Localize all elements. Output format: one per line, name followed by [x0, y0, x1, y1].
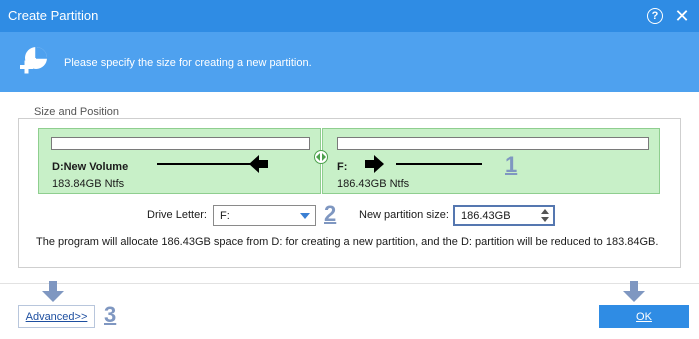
partition-size-value: 186.43GB	[461, 210, 511, 222]
drive-letter-select[interactable]: F:	[213, 205, 316, 226]
spin-down-icon[interactable]	[541, 217, 549, 222]
window-title: Create Partition	[8, 8, 99, 23]
left-partition-info: 183.84GB Ntfs	[52, 178, 125, 190]
close-icon[interactable]: ✕	[672, 6, 692, 26]
callout-1: 1	[505, 152, 518, 177]
left-partition-block[interactable]: D:New Volume 183.84GB Ntfs	[38, 128, 321, 194]
help-icon[interactable]: ?	[645, 6, 665, 26]
title-bar: Create Partition ? ✕	[0, 0, 699, 32]
spin-up-icon[interactable]	[541, 209, 549, 214]
left-partition-name: D:New Volume	[52, 161, 129, 173]
banner-text: Please specify the size for creating a n…	[64, 57, 312, 69]
callout-3: 3	[104, 302, 117, 327]
partition-size-spinbox[interactable]: 186.43GB	[453, 205, 555, 226]
footer-divider	[0, 283, 699, 284]
right-partition-bar	[337, 137, 649, 150]
right-partition-name: F:	[337, 161, 348, 173]
arrow-right-icon	[365, 155, 384, 173]
arrow-down-icon	[42, 281, 64, 302]
right-partition-block[interactable]: F: 186.43GB Ntfs	[322, 128, 660, 194]
help-glyph: ?	[647, 8, 663, 24]
drive-letter-label: Drive Letter:	[147, 209, 207, 221]
chevron-down-icon	[300, 213, 310, 219]
new-size-label: New partition size:	[359, 209, 449, 221]
ok-button[interactable]: OK	[599, 305, 689, 328]
left-partition-bar	[51, 137, 310, 150]
allocation-info-text: The program will allocate 186.43GB space…	[36, 236, 659, 248]
right-partition-info: 186.43GB Ntfs	[337, 178, 410, 190]
partition-add-icon	[20, 47, 47, 74]
resize-arrows-icon	[316, 153, 326, 161]
arrow-left-icon	[249, 155, 268, 173]
arrow-down-icon	[623, 281, 645, 302]
resize-handle-icon[interactable]	[314, 150, 328, 164]
callout-2: 2	[324, 201, 337, 226]
drive-letter-value: F:	[220, 210, 230, 222]
right-guide-line	[396, 163, 482, 165]
header-banner: Please specify the size for creating a n…	[0, 32, 699, 92]
group-label: Size and Position	[30, 106, 123, 118]
advanced-button[interactable]: Advanced>>	[18, 305, 95, 328]
